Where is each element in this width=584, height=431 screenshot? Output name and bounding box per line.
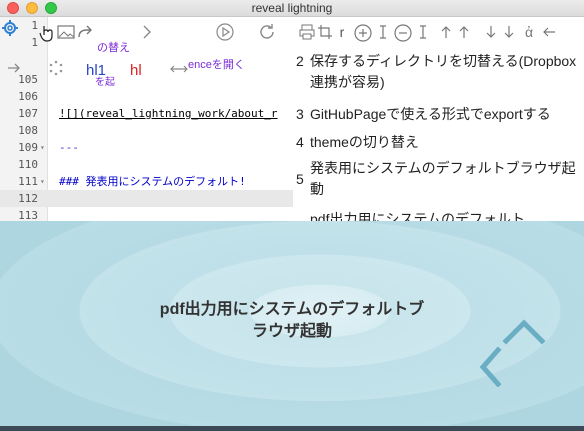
title-bar: reveal lightning (0, 0, 584, 17)
outline-item[interactable]: 5 発表用にシステムのデフォルトブラウザ起動 (293, 158, 584, 200)
line-number: 111 (18, 175, 38, 188)
outline-item[interactable]: 2 保存するディレクトリを切替える(Dropbox連携が容易) (293, 51, 584, 93)
outline-item-label: themeの切り替え (310, 134, 419, 150)
glitched-floating-toolbar (0, 50, 293, 90)
arrow-up-icon[interactable] (439, 24, 453, 40)
nav-left-arrow-icon[interactable] (478, 347, 504, 387)
outline-item[interactable]: pdf出力用にシステムのデフォルト (293, 209, 584, 221)
print-icon[interactable] (299, 24, 315, 40)
spinner-icon (48, 60, 64, 76)
play-icon[interactable] (215, 22, 235, 42)
fold-toggle-icon[interactable]: ▾ (40, 173, 45, 190)
redo-icon[interactable] (76, 23, 94, 41)
slide-preview[interactable]: pdf出力用にシステムのデフォルトブ ラウザ起動 (0, 221, 584, 431)
line-number: 112 (18, 192, 38, 205)
refresh-icon[interactable] (257, 22, 277, 42)
outline-item-number: 3 (296, 106, 304, 122)
hand-cursor-icon (38, 23, 56, 43)
gear-icon[interactable] (0, 17, 20, 39)
editor-line[interactable]: 112 (0, 190, 293, 207)
code-text: ### 発表用にシステムのデフォルト! (59, 175, 246, 188)
markdown-editor[interactable]: 1 1 105 106 107 ![](reveal_lightning_work/abo… (0, 17, 293, 221)
glitch-text-1: の替え (97, 42, 130, 54)
outline-item-label: GitHubPageで使える形式でexportする (310, 106, 551, 122)
outline-item[interactable]: 4 themeの切り替え (293, 132, 584, 153)
outline-toolbar: r ἀ (293, 17, 584, 47)
bottom-bar (0, 426, 584, 431)
crop-icon[interactable] (317, 24, 333, 40)
chevron-right-icon[interactable] (138, 23, 156, 41)
outline-panel: r ἀ 2 保存するディレクトリを切替える(Dropbox連携が容易) 3 Git (293, 17, 584, 221)
line-number: 110 (18, 158, 38, 171)
outline-item-label: 発表用にシステムのデフォルトブラウザ起動 (310, 160, 576, 197)
editor-line[interactable]: 107 ![](reveal_lightning_work/about_r (0, 105, 293, 122)
image-icon[interactable] (57, 25, 75, 39)
highlight-button-1[interactable]: hl1 (86, 62, 106, 79)
text-icon[interactable]: r (336, 24, 348, 40)
editor-line[interactable]: 110 (0, 156, 293, 173)
outline-item[interactable]: 3 GitHubPageで使える形式でexportする (293, 104, 584, 125)
editor-line[interactable]: 113 (0, 207, 293, 221)
line-number: 107 (18, 107, 38, 120)
glitch-text-2: enceを開く (188, 59, 245, 71)
outline-item-number: 2 (296, 53, 304, 69)
arrow-up-icon-2[interactable] (457, 24, 471, 40)
highlight-button-2[interactable]: hl (130, 62, 142, 79)
outline-item-number: 5 (296, 171, 304, 187)
arrow-right-icon[interactable] (6, 60, 22, 76)
window-title: reveal lightning (251, 1, 333, 15)
text-icon-2[interactable]: ἀ (524, 24, 534, 40)
zoom-in-icon[interactable] (353, 23, 373, 43)
arrow-down-icon-2[interactable] (502, 24, 516, 40)
nav-up-arrow-icon[interactable] (502, 319, 546, 345)
fold-toggle-icon[interactable]: ▾ (40, 139, 45, 156)
editor-line[interactable]: 108 (0, 122, 293, 139)
resize-horizontal-icon[interactable] (170, 63, 188, 75)
slide-title-line-1: pdf出力用にシステムのデフォルトブ (159, 301, 425, 318)
editor-line[interactable]: 111 ▾ ### 発表用にシステムのデフォルト! (0, 173, 293, 190)
arrow-down-icon[interactable] (484, 24, 498, 40)
slide-title: pdf出力用にシステムのデフォルトブ ラウザ起動 (0, 299, 584, 343)
editor-line[interactable]: 106 (0, 88, 293, 105)
zoom-out-icon[interactable] (393, 23, 413, 43)
outline-item-label: 保存するディレクトリを切替える(Dropbox連携が容易) (310, 53, 577, 90)
line-number: 108 (18, 124, 38, 137)
line-number: 113 (18, 209, 38, 221)
editor-line[interactable]: 109 ▾ --- (0, 139, 293, 156)
outline-item-number: 4 (296, 134, 304, 150)
code-text: --- (59, 141, 79, 154)
text-height-icon-2[interactable] (417, 25, 429, 39)
editor-toolbar (0, 17, 293, 47)
arrow-left-icon[interactable] (541, 24, 557, 40)
code-text: ![](reveal_lightning_work/about_r (59, 107, 278, 120)
outline-item-label: pdf出力用にシステムのデフォルト (310, 211, 526, 221)
slide-title-line-2: ラウザ起動 (251, 323, 332, 340)
text-height-icon[interactable] (377, 25, 389, 39)
line-number: 109 (18, 141, 38, 154)
line-number: 106 (18, 90, 38, 103)
